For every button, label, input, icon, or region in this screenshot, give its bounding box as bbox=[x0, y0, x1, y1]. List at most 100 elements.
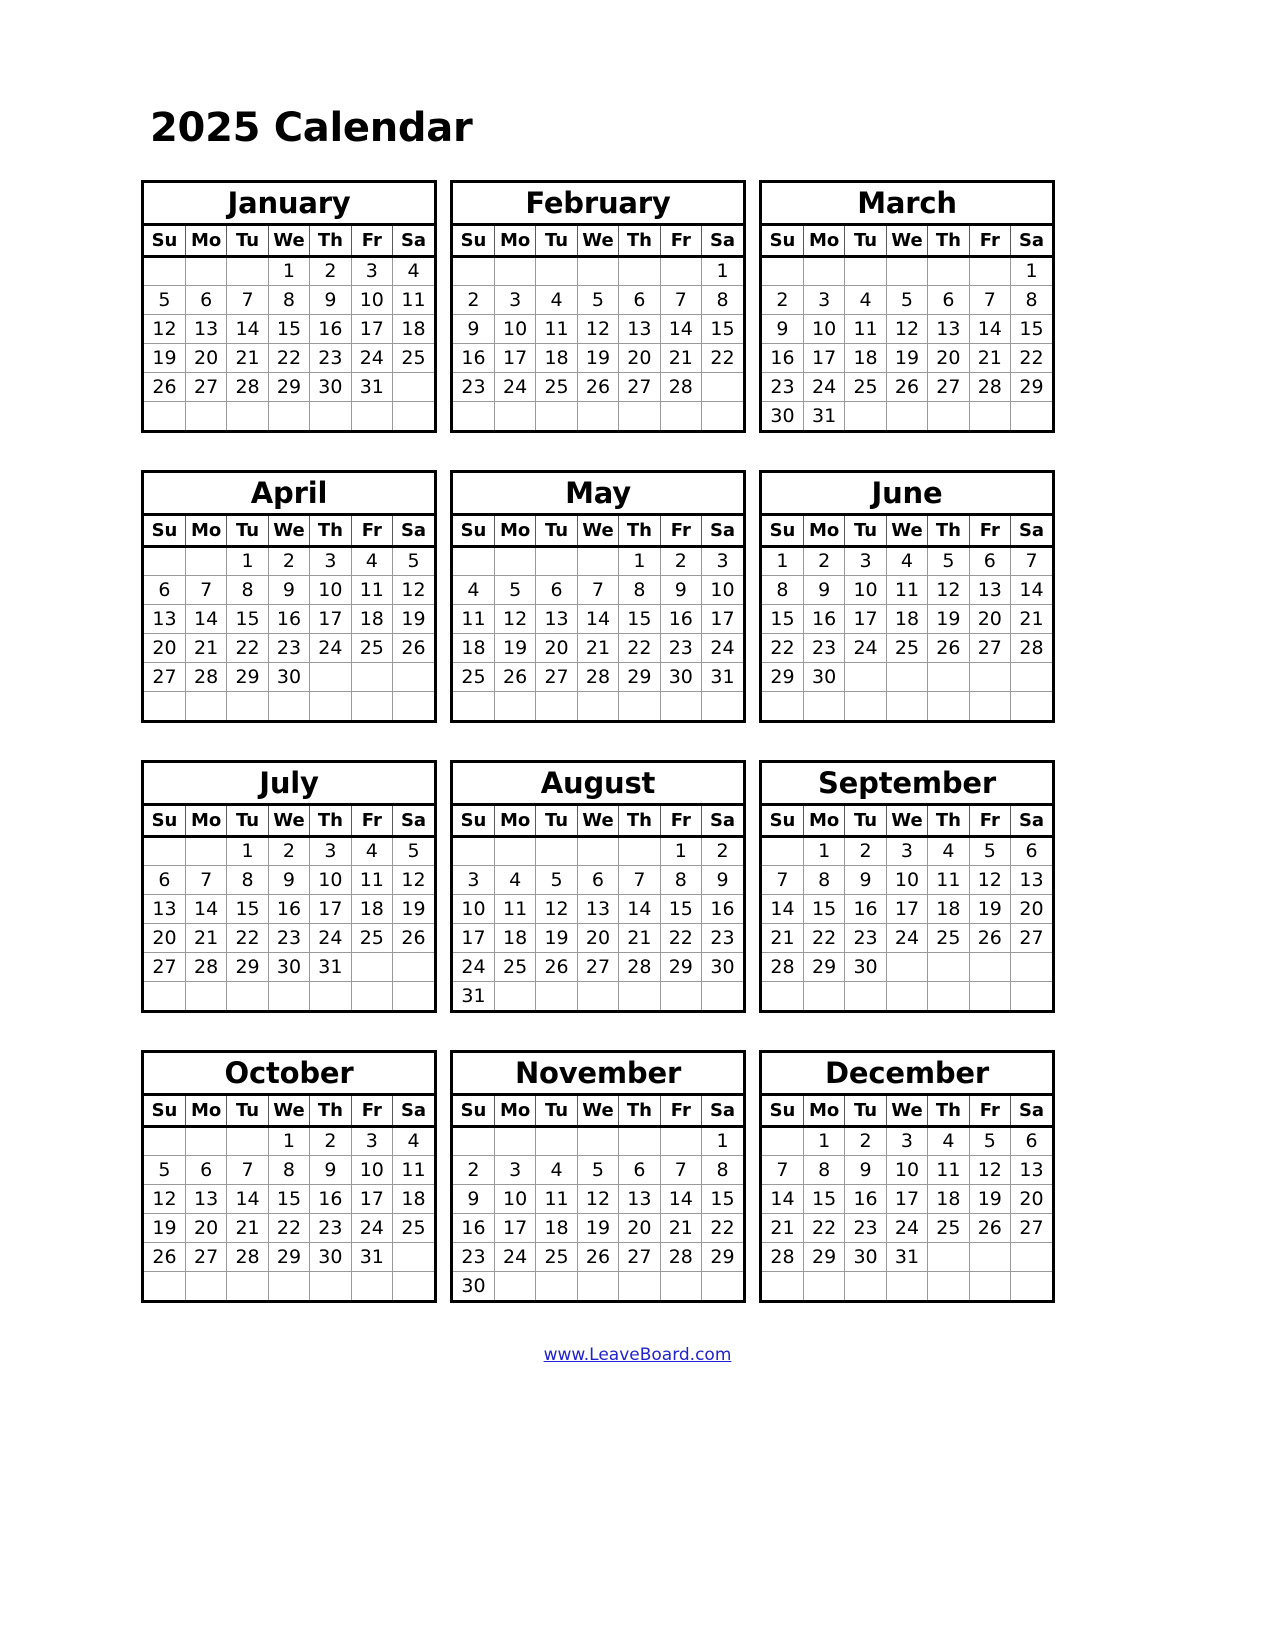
day-cell[interactable]: 2 bbox=[268, 546, 311, 576]
day-cell[interactable]: 26 bbox=[392, 633, 434, 663]
day-cell[interactable]: 14 bbox=[226, 314, 269, 344]
day-cell[interactable]: 24 bbox=[886, 923, 929, 953]
day-cell[interactable]: 22 bbox=[618, 633, 661, 663]
day-cell[interactable]: 1 bbox=[618, 546, 661, 576]
day-cell[interactable]: 14 bbox=[969, 314, 1012, 344]
day-cell[interactable]: 17 bbox=[494, 1213, 537, 1243]
day-cell[interactable]: 18 bbox=[351, 894, 394, 924]
day-cell[interactable]: 8 bbox=[803, 1155, 846, 1185]
day-cell[interactable]: 25 bbox=[494, 952, 537, 982]
day-cell[interactable]: 28 bbox=[185, 952, 228, 982]
day-cell[interactable]: 12 bbox=[392, 575, 434, 605]
day-cell[interactable]: 22 bbox=[701, 343, 743, 373]
day-cell[interactable]: 26 bbox=[577, 1242, 620, 1272]
day-cell[interactable]: 31 bbox=[886, 1242, 929, 1272]
day-cell[interactable]: 25 bbox=[927, 1213, 970, 1243]
day-cell[interactable]: 26 bbox=[886, 372, 929, 402]
day-cell[interactable]: 16 bbox=[453, 1213, 495, 1243]
day-cell[interactable]: 23 bbox=[309, 1213, 352, 1243]
day-cell[interactable]: 6 bbox=[185, 1155, 228, 1185]
day-cell[interactable]: 25 bbox=[453, 662, 495, 692]
day-cell[interactable]: 6 bbox=[1010, 1126, 1052, 1156]
day-cell[interactable]: 11 bbox=[392, 1155, 434, 1185]
day-cell[interactable]: 13 bbox=[618, 314, 661, 344]
day-cell[interactable]: 6 bbox=[927, 285, 970, 315]
day-cell[interactable]: 26 bbox=[392, 923, 434, 953]
day-cell[interactable]: 1 bbox=[762, 546, 804, 576]
day-cell[interactable]: 3 bbox=[309, 546, 352, 576]
day-cell[interactable]: 21 bbox=[660, 1213, 703, 1243]
day-cell[interactable]: 11 bbox=[494, 894, 537, 924]
day-cell[interactable]: 6 bbox=[969, 546, 1012, 576]
day-cell[interactable]: 23 bbox=[844, 1213, 887, 1243]
day-cell[interactable]: 2 bbox=[701, 836, 743, 866]
day-cell[interactable]: 4 bbox=[535, 285, 578, 315]
day-cell[interactable]: 28 bbox=[660, 1242, 703, 1272]
day-cell[interactable]: 17 bbox=[701, 604, 743, 634]
day-cell[interactable]: 20 bbox=[535, 633, 578, 663]
day-cell[interactable]: 26 bbox=[144, 372, 186, 402]
day-cell[interactable]: 2 bbox=[309, 1126, 352, 1156]
day-cell[interactable]: 9 bbox=[762, 314, 804, 344]
day-cell[interactable]: 4 bbox=[351, 836, 394, 866]
day-cell[interactable]: 10 bbox=[844, 575, 887, 605]
day-cell[interactable]: 24 bbox=[453, 952, 495, 982]
day-cell[interactable]: 20 bbox=[927, 343, 970, 373]
day-cell[interactable]: 5 bbox=[927, 546, 970, 576]
day-cell[interactable]: 21 bbox=[618, 923, 661, 953]
day-cell[interactable]: 14 bbox=[226, 1184, 269, 1214]
day-cell[interactable]: 4 bbox=[392, 256, 434, 286]
day-cell[interactable]: 20 bbox=[577, 923, 620, 953]
day-cell[interactable]: 30 bbox=[268, 662, 311, 692]
day-cell[interactable]: 3 bbox=[701, 546, 743, 576]
day-cell[interactable]: 7 bbox=[185, 865, 228, 895]
day-cell[interactable]: 21 bbox=[226, 343, 269, 373]
day-cell[interactable]: 28 bbox=[577, 662, 620, 692]
day-cell[interactable]: 22 bbox=[1010, 343, 1052, 373]
day-cell[interactable]: 19 bbox=[535, 923, 578, 953]
day-cell[interactable]: 3 bbox=[351, 256, 394, 286]
day-cell[interactable]: 5 bbox=[969, 1126, 1012, 1156]
day-cell[interactable]: 17 bbox=[351, 314, 394, 344]
day-cell[interactable]: 5 bbox=[535, 865, 578, 895]
day-cell[interactable]: 5 bbox=[144, 1155, 186, 1185]
day-cell[interactable]: 25 bbox=[392, 343, 434, 373]
day-cell[interactable]: 26 bbox=[535, 952, 578, 982]
day-cell[interactable]: 21 bbox=[969, 343, 1012, 373]
day-cell[interactable]: 28 bbox=[618, 952, 661, 982]
day-cell[interactable]: 25 bbox=[351, 633, 394, 663]
day-cell[interactable]: 2 bbox=[844, 1126, 887, 1156]
day-cell[interactable]: 18 bbox=[844, 343, 887, 373]
day-cell[interactable]: 2 bbox=[309, 256, 352, 286]
day-cell[interactable]: 26 bbox=[494, 662, 537, 692]
day-cell[interactable]: 3 bbox=[886, 836, 929, 866]
day-cell[interactable]: 8 bbox=[660, 865, 703, 895]
day-cell[interactable]: 30 bbox=[268, 952, 311, 982]
day-cell[interactable]: 1 bbox=[701, 256, 743, 286]
day-cell[interactable]: 22 bbox=[660, 923, 703, 953]
day-cell[interactable]: 14 bbox=[660, 314, 703, 344]
day-cell[interactable]: 28 bbox=[185, 662, 228, 692]
day-cell[interactable]: 2 bbox=[762, 285, 804, 315]
day-cell[interactable]: 7 bbox=[660, 1155, 703, 1185]
day-cell[interactable]: 12 bbox=[144, 314, 186, 344]
day-cell[interactable]: 28 bbox=[762, 1242, 804, 1272]
day-cell[interactable]: 2 bbox=[268, 836, 311, 866]
day-cell[interactable]: 19 bbox=[392, 604, 434, 634]
day-cell[interactable]: 23 bbox=[453, 1242, 495, 1272]
day-cell[interactable]: 11 bbox=[453, 604, 495, 634]
day-cell[interactable]: 16 bbox=[268, 604, 311, 634]
day-cell[interactable]: 4 bbox=[392, 1126, 434, 1156]
day-cell[interactable]: 30 bbox=[701, 952, 743, 982]
day-cell[interactable]: 26 bbox=[969, 1213, 1012, 1243]
day-cell[interactable]: 2 bbox=[453, 285, 495, 315]
day-cell[interactable]: 7 bbox=[762, 1155, 804, 1185]
day-cell[interactable]: 10 bbox=[453, 894, 495, 924]
day-cell[interactable]: 4 bbox=[927, 1126, 970, 1156]
day-cell[interactable]: 10 bbox=[309, 865, 352, 895]
day-cell[interactable]: 12 bbox=[392, 865, 434, 895]
day-cell[interactable]: 5 bbox=[392, 836, 434, 866]
day-cell[interactable]: 26 bbox=[577, 372, 620, 402]
day-cell[interactable]: 27 bbox=[618, 1242, 661, 1272]
day-cell[interactable]: 25 bbox=[392, 1213, 434, 1243]
